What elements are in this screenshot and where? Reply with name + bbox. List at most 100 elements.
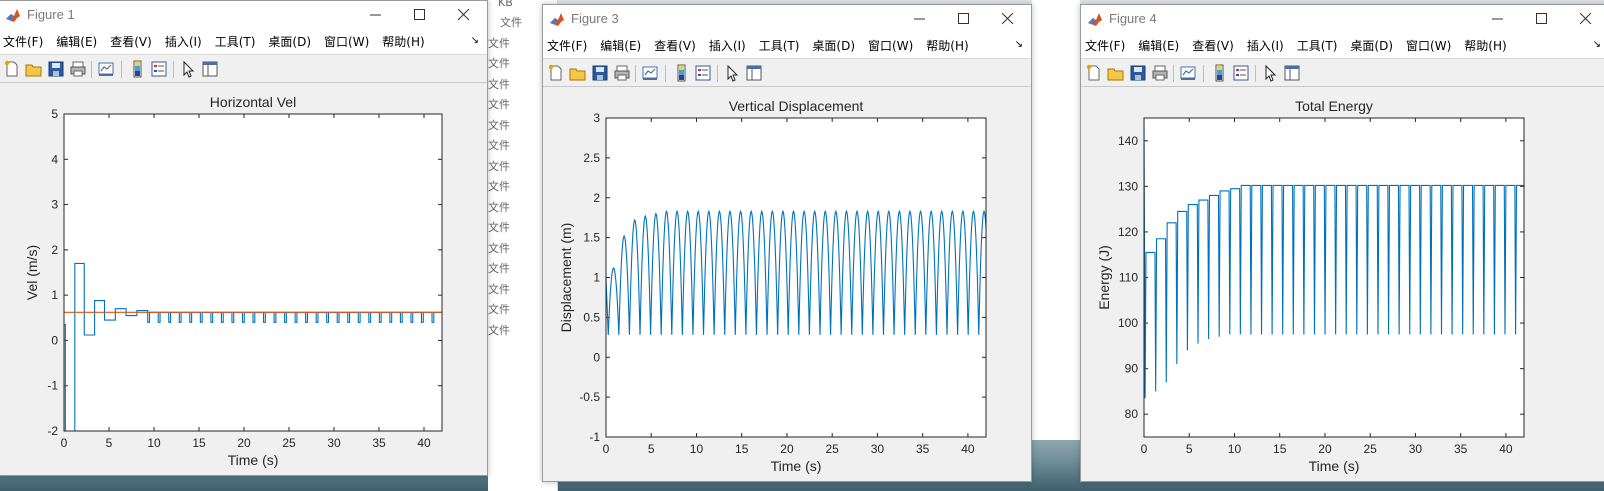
new-figure-button[interactable] <box>547 64 565 82</box>
property-inspector-button[interactable] <box>745 64 763 82</box>
figure-1-window[interactable]: Figure 1 文件(F) 编辑(E) 查看(V) 插入(I) 工具(T) 桌面(D) 窗口… <box>0 0 488 476</box>
menu-edit[interactable]: 编辑(E) <box>600 37 641 54</box>
y-tick-label: 4 <box>51 152 58 166</box>
menu-insert[interactable]: 插入(I) <box>1247 37 1284 54</box>
link-plot-button[interactable] <box>1179 64 1197 82</box>
edit-plot-pointer-button[interactable] <box>723 64 741 82</box>
figure-4-window[interactable]: Figure 4 文件(F) 编辑(E) 查看(V) 插入(I) 工具(T) 桌面(D) 窗口… <box>1080 4 1604 482</box>
axes-background[interactable] <box>1144 118 1524 437</box>
menu-view[interactable]: 查看(V) <box>1192 37 1234 54</box>
new-figure-button[interactable] <box>3 60 21 78</box>
menu-edit[interactable]: 编辑(E) <box>1138 37 1179 54</box>
minimize-window-button[interactable] <box>1481 8 1515 30</box>
figure-3-window[interactable]: Figure 3 文件(F) 编辑(E) 查看(V) 插入(I) 工具(T) 桌面(D) 窗口… <box>542 4 1032 482</box>
insert-colorbar-button[interactable] <box>672 64 690 82</box>
print-button[interactable] <box>69 60 87 78</box>
y-tick-label: 5 <box>51 107 58 121</box>
y-tick-label: 0.5 <box>583 310 600 324</box>
insert-legend-button[interactable] <box>694 64 712 82</box>
insert-colorbar-icon <box>133 60 142 78</box>
y-tick-label: 2 <box>593 191 600 205</box>
edit-plot-pointer-button[interactable] <box>179 60 197 78</box>
menu-view[interactable]: 查看(V) <box>110 33 152 50</box>
maximize-window-button[interactable] <box>947 8 981 30</box>
y-tick-label: 90 <box>1125 362 1139 376</box>
maximize-window-button[interactable] <box>403 4 437 26</box>
maximize-window-button[interactable] <box>1525 8 1559 30</box>
edit-plot-pointer-button[interactable] <box>1261 64 1279 82</box>
figure-canvas[interactable]: Horizontal Vel 0 5 10 15 20 25 30 35 40 -2 -1 0 1 2 3 4 5… <box>0 83 487 475</box>
menu-tools[interactable]: 工具(T) <box>759 37 800 54</box>
print-icon <box>614 65 630 81</box>
x-tick-label: 5 <box>1186 442 1193 456</box>
x-tick-label: 20 <box>237 436 251 450</box>
menu-file[interactable]: 文件(F) <box>1085 37 1125 54</box>
menu-insert[interactable]: 插入(I) <box>709 37 746 54</box>
insert-legend-button[interactable] <box>1232 64 1250 82</box>
menu-desktop[interactable]: 桌面(D) <box>812 37 855 54</box>
x-tick-label: 5 <box>648 442 655 456</box>
menu-tools[interactable]: 工具(T) <box>1297 37 1338 54</box>
property-inspector-button[interactable] <box>1283 64 1301 82</box>
figure-canvas[interactable]: Total Energy 0 5 10 15 20 25 30 35 40 80 90 100 110 12… <box>1081 87 1604 481</box>
property-inspector-button[interactable] <box>201 60 219 78</box>
link-plot-button[interactable] <box>641 64 659 82</box>
menu-desktop[interactable]: 桌面(D) <box>1350 37 1393 54</box>
menu-view[interactable]: 查看(V) <box>654 37 696 54</box>
menu-help[interactable]: 帮助(H) <box>926 37 968 54</box>
menu-overflow-icon[interactable]: ↘ <box>471 35 479 46</box>
figure-canvas[interactable]: Vertical Displacement 0 5 10 15 20 25 30 35 40 -1-… <box>543 87 1031 481</box>
x-tick-label: 25 <box>826 442 840 456</box>
x-tick-label: 40 <box>1499 442 1513 456</box>
window-titlebar[interactable]: Figure 1 <box>0 1 487 29</box>
maximize-icon <box>414 9 425 20</box>
open-file-button[interactable] <box>25 60 43 78</box>
y-tick-label: 0 <box>51 333 58 347</box>
menu-window[interactable]: 窗口(W) <box>324 33 369 50</box>
close-window-button[interactable] <box>447 4 481 26</box>
menu-help[interactable]: 帮助(H) <box>1464 37 1506 54</box>
print-button[interactable] <box>1151 64 1169 82</box>
close-window-button[interactable] <box>1569 8 1603 30</box>
y-tick-label: 1 <box>593 271 600 285</box>
minimize-window-button[interactable] <box>359 4 393 26</box>
window-titlebar[interactable]: Figure 3 <box>543 5 1031 33</box>
menu-window[interactable]: 窗口(W) <box>1406 37 1451 54</box>
save-button[interactable] <box>1129 64 1147 82</box>
menu-bar: 文件(F) 编辑(E) 查看(V) 插入(I) 工具(T) 桌面(D) 窗口(W) 帮助(H)… <box>543 33 1031 58</box>
link-plot-button[interactable] <box>97 60 115 78</box>
y-tick-label: -0.5 <box>579 390 600 404</box>
window-title: Figure 4 <box>1109 11 1157 26</box>
menu-window[interactable]: 窗口(W) <box>868 37 913 54</box>
insert-colorbar-button[interactable] <box>1210 64 1228 82</box>
menu-edit[interactable]: 编辑(E) <box>56 33 97 50</box>
menu-bar: 文件(F) 编辑(E) 查看(V) 插入(I) 工具(T) 桌面(D) 窗口(W) 帮助(H)… <box>1081 33 1604 58</box>
minimize-window-button[interactable] <box>903 8 937 30</box>
menu-file[interactable]: 文件(F) <box>547 37 587 54</box>
close-window-button[interactable] <box>991 8 1025 30</box>
menu-desktop[interactable]: 桌面(D) <box>268 33 311 50</box>
background-file-type-label: 文件 <box>488 303 510 316</box>
close-icon <box>458 9 470 21</box>
print-button[interactable] <box>613 64 631 82</box>
save-button[interactable] <box>47 60 65 78</box>
menu-help[interactable]: 帮助(H) <box>382 33 424 50</box>
menu-overflow-icon[interactable]: ↘ <box>1593 39 1601 50</box>
insert-colorbar-button[interactable] <box>128 60 146 78</box>
insert-legend-button[interactable] <box>150 60 168 78</box>
menu-insert[interactable]: 插入(I) <box>165 33 202 50</box>
menu-tools[interactable]: 工具(T) <box>215 33 256 50</box>
window-titlebar[interactable]: Figure 4 <box>1081 5 1604 33</box>
minimize-icon <box>370 14 381 16</box>
y-tick-label: -1 <box>589 430 600 444</box>
open-file-button[interactable] <box>569 64 587 82</box>
menu-overflow-icon[interactable]: ↘ <box>1015 39 1023 50</box>
save-button[interactable] <box>591 64 609 82</box>
y-tick-label: 1.5 <box>583 231 600 245</box>
menu-file[interactable]: 文件(F) <box>3 33 43 50</box>
open-file-button[interactable] <box>1107 64 1125 82</box>
new-figure-button[interactable] <box>1085 64 1103 82</box>
save-icon <box>592 65 608 81</box>
print-icon <box>70 61 86 77</box>
axes-background[interactable] <box>64 114 442 431</box>
